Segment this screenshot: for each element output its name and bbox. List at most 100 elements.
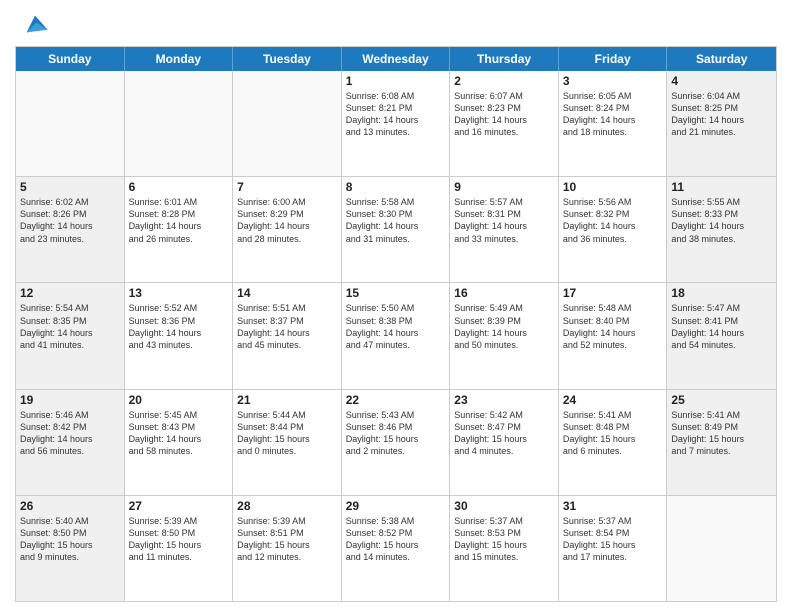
calendar-cell: 9Sunrise: 5:57 AMSunset: 8:31 PMDaylight… xyxy=(450,177,559,282)
cell-info: Sunrise: 5:37 AMSunset: 8:53 PMDaylight:… xyxy=(454,515,554,564)
day-number: 19 xyxy=(20,393,120,407)
calendar-cell: 20Sunrise: 5:45 AMSunset: 8:43 PMDayligh… xyxy=(125,390,234,495)
calendar-cell xyxy=(125,71,234,176)
calendar-cell: 8 Sunrise: 5:58 AMSunset: 8:30 PMDaylight… xyxy=(342,177,451,282)
calendar-cell: 22Sunrise: 5:43 AMSunset: 8:46 PMDayligh… xyxy=(342,390,451,495)
day-number: 4 xyxy=(671,74,772,88)
cell-info: Sunrise: 6:00 AMSunset: 8:29 PMDaylight:… xyxy=(237,196,337,245)
day-number: 6 xyxy=(129,180,229,194)
calendar-row-1: 1Sunrise: 6:08 AMSunset: 8:21 PMDaylight… xyxy=(16,71,776,177)
cell-info: Sunrise: 5:41 AMSunset: 8:49 PMDaylight:… xyxy=(671,409,772,458)
logo xyxy=(15,10,49,38)
calendar-cell: 7 Sunrise: 6:00 AMSunset: 8:29 PMDaylight… xyxy=(233,177,342,282)
page: SundayMondayTuesdayWednesdayThursdayFrid… xyxy=(0,0,792,612)
calendar-row-3: 12Sunrise: 5:54 AMSunset: 8:35 PMDayligh… xyxy=(16,283,776,389)
day-number: 26 xyxy=(20,499,120,513)
calendar-body: 1Sunrise: 6:08 AMSunset: 8:21 PMDaylight… xyxy=(16,71,776,601)
day-number: 18 xyxy=(671,286,772,300)
day-number: 15 xyxy=(346,286,446,300)
cell-info: Sunrise: 5:49 AMSunset: 8:39 PMDaylight:… xyxy=(454,302,554,351)
cell-info: Sunrise: 5:51 AMSunset: 8:37 PMDaylight:… xyxy=(237,302,337,351)
day-number: 25 xyxy=(671,393,772,407)
day-number: 27 xyxy=(129,499,229,513)
calendar-cell: 17 Sunrise: 5:48 AMSunset: 8:40 PMDayligh… xyxy=(559,283,668,388)
cell-info: Sunrise: 6:07 AMSunset: 8:23 PMDaylight:… xyxy=(454,90,554,139)
day-number: 30 xyxy=(454,499,554,513)
calendar-cell: 11Sunrise: 5:55 AMSunset: 8:33 PMDayligh… xyxy=(667,177,776,282)
day-number: 5 xyxy=(20,180,120,194)
day-number: 7 xyxy=(237,180,337,194)
day-number: 10 xyxy=(563,180,663,194)
calendar-cell: 3Sunrise: 6:05 AMSunset: 8:24 PMDaylight… xyxy=(559,71,668,176)
cell-info: Sunrise: 5:48 AMSunset: 8:40 PMDaylight:… xyxy=(563,302,663,351)
calendar: SundayMondayTuesdayWednesdayThursdayFrid… xyxy=(15,46,777,602)
calendar-cell: 30 Sunrise: 5:37 AMSunset: 8:53 PMDayligh… xyxy=(450,496,559,601)
calendar-cell: 24 Sunrise: 5:41 AMSunset: 8:48 PMDayligh… xyxy=(559,390,668,495)
day-number: 11 xyxy=(671,180,772,194)
cell-info: Sunrise: 5:50 AMSunset: 8:38 PMDaylight:… xyxy=(346,302,446,351)
day-number: 23 xyxy=(454,393,554,407)
day-number: 8 xyxy=(346,180,446,194)
calendar-row-2: 5Sunrise: 6:02 AMSunset: 8:26 PMDaylight… xyxy=(16,177,776,283)
day-number: 31 xyxy=(563,499,663,513)
calendar-cell: 6 Sunrise: 6:01 AMSunset: 8:28 PMDaylight… xyxy=(125,177,234,282)
cell-info: Sunrise: 5:38 AMSunset: 8:52 PMDaylight:… xyxy=(346,515,446,564)
calendar-cell: 31 Sunrise: 5:37 AMSunset: 8:54 PMDayligh… xyxy=(559,496,668,601)
header-day-sunday: Sunday xyxy=(16,47,125,71)
calendar-cell: 13Sunrise: 5:52 AMSunset: 8:36 PMDayligh… xyxy=(125,283,234,388)
cell-info: Sunrise: 5:47 AMSunset: 8:41 PMDaylight:… xyxy=(671,302,772,351)
calendar-cell xyxy=(667,496,776,601)
cell-info: Sunrise: 5:54 AMSunset: 8:35 PMDaylight:… xyxy=(20,302,120,351)
calendar-row-4: 19Sunrise: 5:46 AMSunset: 8:42 PMDayligh… xyxy=(16,390,776,496)
cell-info: Sunrise: 5:57 AMSunset: 8:31 PMDaylight:… xyxy=(454,196,554,245)
day-number: 21 xyxy=(237,393,337,407)
calendar-cell xyxy=(16,71,125,176)
calendar-cell: 29 Sunrise: 5:38 AMSunset: 8:52 PMDayligh… xyxy=(342,496,451,601)
header-day-saturday: Saturday xyxy=(667,47,776,71)
cell-info: Sunrise: 5:39 AMSunset: 8:50 PMDaylight:… xyxy=(129,515,229,564)
day-number: 16 xyxy=(454,286,554,300)
day-number: 2 xyxy=(454,74,554,88)
header-day-tuesday: Tuesday xyxy=(233,47,342,71)
day-number: 28 xyxy=(237,499,337,513)
calendar-cell: 25 Sunrise: 5:41 AMSunset: 8:49 PMDayligh… xyxy=(667,390,776,495)
day-number: 1 xyxy=(346,74,446,88)
cell-info: Sunrise: 5:44 AMSunset: 8:44 PMDaylight:… xyxy=(237,409,337,458)
calendar-cell: 2 Sunrise: 6:07 AMSunset: 8:23 PMDaylight… xyxy=(450,71,559,176)
day-number: 17 xyxy=(563,286,663,300)
cell-info: Sunrise: 5:40 AMSunset: 8:50 PMDaylight:… xyxy=(20,515,120,564)
calendar-cell: 4 Sunrise: 6:04 AMSunset: 8:25 PMDaylight… xyxy=(667,71,776,176)
header xyxy=(15,10,777,38)
cell-info: Sunrise: 5:58 AMSunset: 8:30 PMDaylight:… xyxy=(346,196,446,245)
calendar-cell: 14 Sunrise: 5:51 AMSunset: 8:37 PMDayligh… xyxy=(233,283,342,388)
calendar-cell: 16 Sunrise: 5:49 AMSunset: 8:39 PMDayligh… xyxy=(450,283,559,388)
calendar-row-5: 26 Sunrise: 5:40 AMSunset: 8:50 PMDayligh… xyxy=(16,496,776,601)
calendar-cell: 26 Sunrise: 5:40 AMSunset: 8:50 PMDayligh… xyxy=(16,496,125,601)
header-day-friday: Friday xyxy=(559,47,668,71)
day-number: 24 xyxy=(563,393,663,407)
header-day-wednesday: Wednesday xyxy=(342,47,451,71)
calendar-cell xyxy=(233,71,342,176)
calendar-header-row: SundayMondayTuesdayWednesdayThursdayFrid… xyxy=(16,47,776,71)
cell-info: Sunrise: 5:41 AMSunset: 8:48 PMDaylight:… xyxy=(563,409,663,458)
calendar-cell: 5Sunrise: 6:02 AMSunset: 8:26 PMDaylight… xyxy=(16,177,125,282)
cell-info: Sunrise: 5:52 AMSunset: 8:36 PMDaylight:… xyxy=(129,302,229,351)
logo-icon xyxy=(21,10,49,38)
calendar-cell: 21 Sunrise: 5:44 AMSunset: 8:44 PMDayligh… xyxy=(233,390,342,495)
cell-info: Sunrise: 6:05 AMSunset: 8:24 PMDaylight:… xyxy=(563,90,663,139)
calendar-cell: 12Sunrise: 5:54 AMSunset: 8:35 PMDayligh… xyxy=(16,283,125,388)
calendar-cell: 15 Sunrise: 5:50 AMSunset: 8:38 PMDayligh… xyxy=(342,283,451,388)
day-number: 14 xyxy=(237,286,337,300)
day-number: 22 xyxy=(346,393,446,407)
calendar-cell: 10Sunrise: 5:56 AMSunset: 8:32 PMDayligh… xyxy=(559,177,668,282)
cell-info: Sunrise: 6:01 AMSunset: 8:28 PMDaylight:… xyxy=(129,196,229,245)
day-number: 20 xyxy=(129,393,229,407)
calendar-cell: 1Sunrise: 6:08 AMSunset: 8:21 PMDaylight… xyxy=(342,71,451,176)
cell-info: Sunrise: 6:04 AMSunset: 8:25 PMDaylight:… xyxy=(671,90,772,139)
cell-info: Sunrise: 5:39 AMSunset: 8:51 PMDaylight:… xyxy=(237,515,337,564)
cell-info: Sunrise: 5:37 AMSunset: 8:54 PMDaylight:… xyxy=(563,515,663,564)
day-number: 29 xyxy=(346,499,446,513)
calendar-cell: 18 Sunrise: 5:47 AMSunset: 8:41 PMDayligh… xyxy=(667,283,776,388)
calendar-cell: 28 Sunrise: 5:39 AMSunset: 8:51 PMDayligh… xyxy=(233,496,342,601)
calendar-cell: 19Sunrise: 5:46 AMSunset: 8:42 PMDayligh… xyxy=(16,390,125,495)
